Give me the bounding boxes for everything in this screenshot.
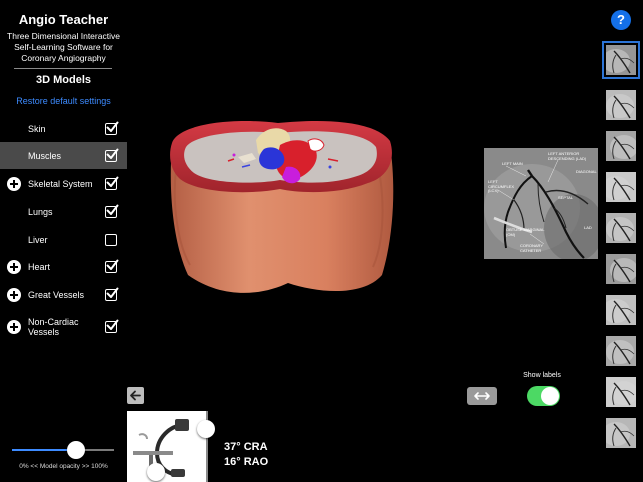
- layer-item[interactable]: Great Vessels: [0, 281, 127, 308]
- layer-item[interactable]: Muscles: [0, 142, 127, 169]
- layer-checkbox[interactable]: [105, 121, 119, 135]
- plus-circle-icon[interactable]: [7, 259, 21, 274]
- layer-label: Skin: [28, 123, 46, 134]
- layer-item[interactable]: Heart: [0, 253, 127, 280]
- angio-label: CORONARY CATHETER: [520, 243, 543, 253]
- angio-label: LEFT MAIN: [502, 161, 523, 166]
- back-button[interactable]: [127, 387, 144, 404]
- checkmark-icon: [106, 121, 119, 132]
- layer-checkbox[interactable]: [105, 148, 119, 162]
- angio-label: LEFT CIRCUMFLEX (LCX): [488, 179, 515, 193]
- layer-label: Muscles: [28, 150, 62, 161]
- checkmark-icon: [106, 148, 119, 159]
- angiogram-thumbnail[interactable]: [606, 213, 636, 243]
- help-button[interactable]: ?: [611, 10, 631, 30]
- angiogram-thumbnail[interactable]: [606, 254, 636, 284]
- arrows-horizontal-icon: [474, 392, 490, 400]
- layer-label: Liver: [28, 234, 48, 245]
- layer-checkbox[interactable]: [105, 259, 119, 273]
- checkmark-icon: [106, 176, 119, 187]
- show-labels-toggle[interactable]: [527, 386, 560, 406]
- angiogram-thumbnail[interactable]: [606, 131, 636, 161]
- layer-item[interactable]: Non-Cardiac Vessels: [0, 313, 127, 340]
- angiogram-thumbnail[interactable]: [606, 172, 636, 202]
- swap-view-button[interactable]: [467, 387, 497, 405]
- checkmark-icon: [106, 319, 119, 330]
- angio-label: SEPTAL: [558, 195, 574, 200]
- c-arm-illustration: [127, 411, 208, 482]
- layer-label: Non-Cardiac Vessels: [28, 316, 79, 337]
- layer-checkbox[interactable]: [105, 204, 119, 218]
- layer-item[interactable]: Liver: [0, 226, 127, 253]
- opacity-slider-knob[interactable]: [67, 441, 86, 459]
- angio-label: OBTUSE MARGINAL (OM): [506, 227, 545, 237]
- toggle-knob: [541, 387, 559, 405]
- angiogram-thumbnail[interactable]: [606, 377, 636, 407]
- arrow-left-icon: [130, 390, 141, 401]
- model-opacity-slider[interactable]: [12, 441, 114, 459]
- 3d-torso-model[interactable]: [168, 115, 398, 300]
- plus-circle-icon[interactable]: [7, 319, 21, 334]
- sidebar: Angio Teacher Three Dimensional Interact…: [0, 0, 127, 482]
- subtitle-line: Three Dimensional Interactive: [7, 31, 120, 41]
- layer-checkbox[interactable]: [105, 319, 119, 333]
- angiogram-thumbnail[interactable]: [606, 418, 636, 448]
- angio-label: LEFT ANTERIOR DESCENDING (LAD): [548, 151, 587, 161]
- angiogram-thumbnail[interactable]: [606, 295, 636, 325]
- app-title: Angio Teacher: [18, 12, 109, 27]
- layer-item[interactable]: Skin: [0, 115, 127, 142]
- restore-defaults-link[interactable]: Restore default settings: [0, 96, 127, 106]
- plus-circle-icon[interactable]: [7, 287, 21, 302]
- layer-checkbox[interactable]: [105, 176, 119, 190]
- show-labels-label: Show labels: [523, 372, 561, 379]
- layer-label: Heart: [28, 261, 51, 272]
- rao-angle-readout: 16° RAO: [224, 456, 269, 468]
- c-arm-panel[interactable]: [127, 411, 208, 482]
- checkmark-icon: [106, 287, 119, 298]
- cranial-angle-readout: 37° CRA: [224, 441, 268, 453]
- angiogram-thumbnail[interactable]: [602, 41, 640, 79]
- layer-checkbox[interactable]: [105, 233, 117, 246]
- angiogram-thumbnail[interactable]: [606, 90, 636, 120]
- app-subtitle: Three Dimensional Interactive Self-Learn…: [0, 31, 127, 64]
- plus-circle-icon[interactable]: [7, 176, 21, 191]
- checkmark-icon: [106, 204, 119, 215]
- layer-label: Great Vessels: [28, 289, 85, 300]
- cranial-angle-slider-knob[interactable]: [197, 420, 215, 438]
- layer-checkbox[interactable]: [105, 287, 119, 301]
- checkmark-icon: [106, 259, 119, 270]
- title-divider: [14, 68, 112, 69]
- layer-item[interactable]: Skeletal System: [0, 170, 127, 197]
- opacity-label: 0% << Model opacity >> 100%: [19, 463, 108, 470]
- angio-label: LAD: [584, 225, 592, 230]
- section-title: 3D Models: [35, 74, 91, 86]
- angiogram-image: LEFT MAIN LEFT ANTERIOR DESCENDING (LAD)…: [484, 148, 598, 259]
- rao-angle-slider-knob[interactable]: [147, 463, 165, 481]
- layer-label: Skeletal System: [28, 178, 93, 189]
- torso-model-graphic: [170, 120, 394, 293]
- layer-item[interactable]: Lungs: [0, 198, 127, 225]
- angiogram-thumbnail[interactable]: [606, 336, 636, 366]
- subtitle-line: Coronary Angiography: [21, 53, 106, 63]
- layer-label: Lungs: [28, 206, 53, 217]
- subtitle-line: Self-Learning Software for: [14, 42, 113, 52]
- angio-label: DIAGONAL: [576, 169, 597, 174]
